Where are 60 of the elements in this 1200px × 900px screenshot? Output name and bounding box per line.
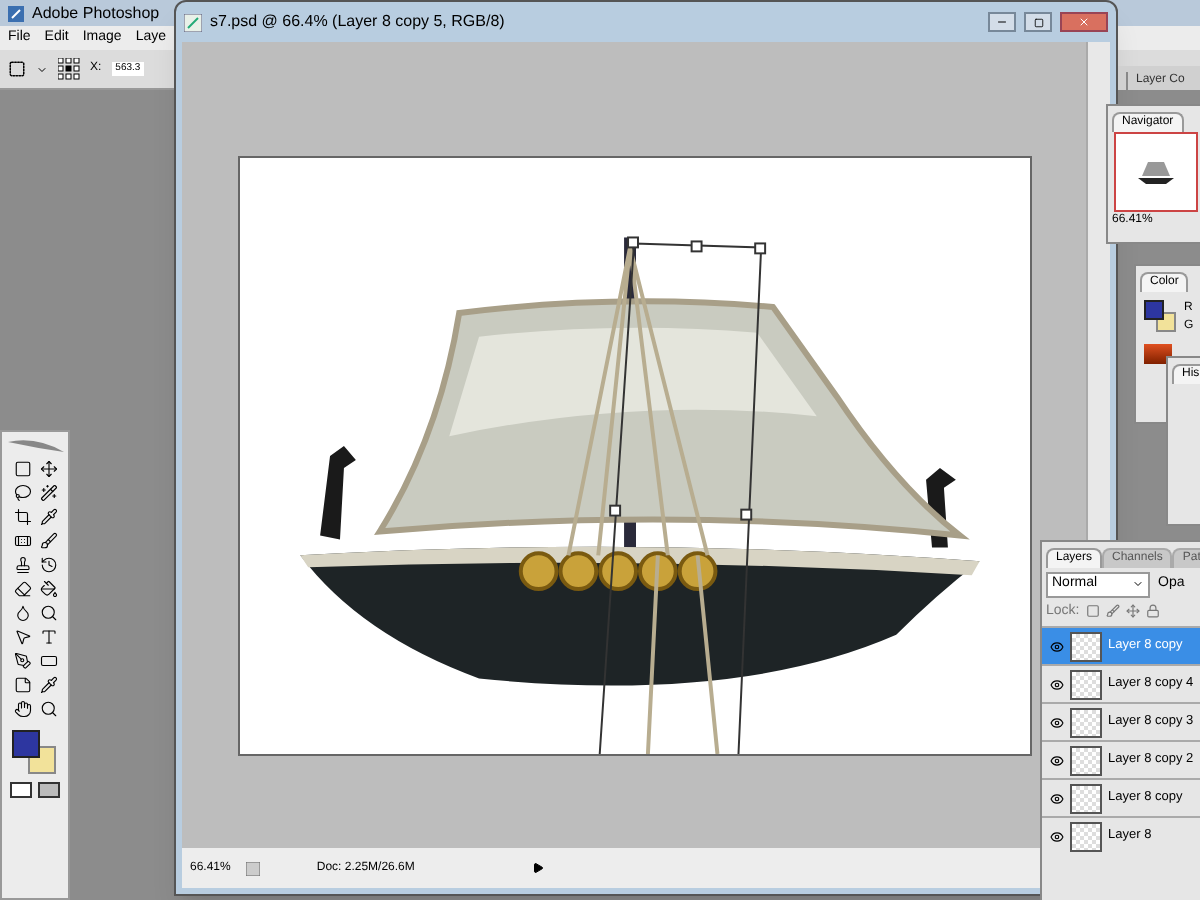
eye-icon[interactable]: [1049, 791, 1063, 805]
marquee-icon[interactable]: [13, 460, 31, 478]
eye-icon[interactable]: [1049, 715, 1063, 729]
color-swatches[interactable]: [1144, 300, 1176, 332]
layer-thumbnail: [1070, 631, 1102, 661]
lock-transparency-icon[interactable]: [1085, 604, 1100, 619]
type-icon[interactable]: [39, 628, 57, 646]
color-ramp[interactable]: [1144, 344, 1172, 364]
stamp-icon[interactable]: [13, 556, 31, 574]
eraser-icon[interactable]: [13, 580, 31, 598]
lock-icon[interactable]: [1145, 604, 1160, 619]
lasso-icon[interactable]: [13, 484, 31, 502]
bandage-icon[interactable]: [13, 532, 31, 550]
pen-icon[interactable]: [13, 652, 31, 670]
eye-icon[interactable]: [1049, 677, 1063, 691]
minimize-button[interactable]: [988, 12, 1016, 32]
note-icon[interactable]: [13, 676, 31, 694]
color-swatches[interactable]: [11, 730, 59, 778]
maximize-icon: [1033, 17, 1043, 27]
eye-icon[interactable]: [1049, 753, 1063, 767]
ship-thumbnail-icon: [1136, 158, 1176, 186]
layer-thumbnail: [1070, 745, 1102, 775]
layer-thumbnail: [1070, 821, 1102, 851]
layer-thumbnail: [1070, 707, 1102, 737]
hand-icon[interactable]: [13, 700, 31, 718]
pointer-icon[interactable]: [13, 628, 31, 646]
minimize-icon: [996, 16, 1008, 28]
paint-bucket-icon[interactable]: [39, 580, 57, 598]
history-brush-icon[interactable]: [39, 556, 57, 574]
zoom-icon[interactable]: [39, 700, 57, 718]
rectangle-icon[interactable]: [39, 652, 57, 670]
quick-mask-button[interactable]: [38, 782, 60, 798]
droplet-icon[interactable]: [13, 604, 31, 622]
transform-bounding-box[interactable]: [597, 236, 767, 754]
crop-icon[interactable]: [13, 508, 31, 526]
pipette-icon[interactable]: [39, 508, 57, 526]
maximize-button[interactable]: [1024, 12, 1052, 32]
move-icon[interactable]: [39, 460, 57, 478]
reference-point-icon[interactable]: [58, 58, 80, 80]
feather-icon: [5, 436, 65, 456]
standard-mode-button[interactable]: [10, 782, 32, 798]
status-icon: [246, 861, 261, 875]
wand-icon[interactable]: [39, 484, 57, 502]
eye-icon[interactable]: [1049, 639, 1063, 653]
pipette-icon[interactable]: [39, 676, 57, 694]
layer-thumbnail: [1070, 783, 1102, 813]
close-icon: [1078, 16, 1090, 28]
app-title: Adobe Photoshop: [32, 1, 160, 25]
brush-icon[interactable]: [39, 532, 57, 550]
play-icon[interactable]: [532, 862, 545, 874]
eye-icon[interactable]: [1049, 829, 1063, 843]
caret-icon: [1132, 578, 1144, 591]
app-logo-icon: [8, 5, 24, 21]
marquee-icon[interactable]: [8, 60, 26, 78]
document-title: s7.psd @ 66.4% (Layer 8 copy 5, RGB/8): [210, 10, 505, 34]
navigator-preview[interactable]: [1114, 132, 1198, 212]
search-icon[interactable]: [39, 604, 57, 622]
document-icon: [184, 13, 202, 31]
layer-thumbnail: [1070, 669, 1102, 699]
caret-icon[interactable]: [36, 63, 48, 75]
